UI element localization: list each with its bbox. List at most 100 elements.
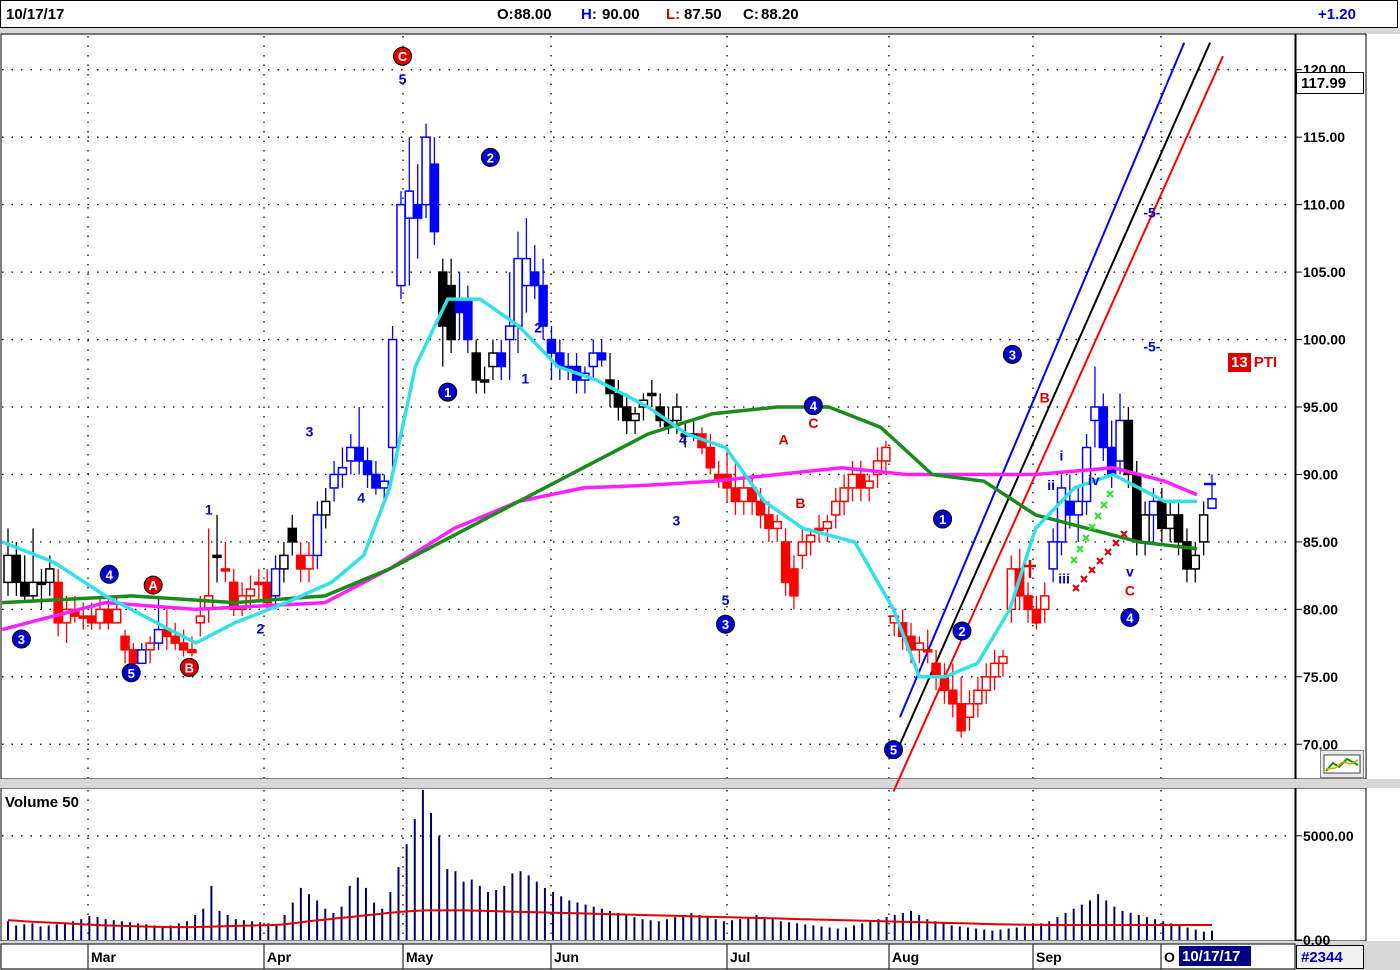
- wave-label: B: [795, 495, 805, 511]
- candle-body: [153, 628, 164, 644]
- candle-body: [404, 190, 415, 219]
- candle-body: [178, 642, 189, 651]
- candle-body: [78, 615, 88, 619]
- chart-settings-button[interactable]: [1320, 750, 1364, 778]
- candle-body: [647, 392, 657, 397]
- wave-label: 2: [487, 150, 494, 165]
- candle-body: [981, 676, 991, 692]
- candle-body: [939, 676, 950, 692]
- candle-body: [128, 649, 139, 665]
- month-label: Sep: [1036, 949, 1062, 965]
- candle-body: [1090, 406, 1100, 422]
- candle-body: [964, 703, 975, 719]
- candle-body: [1048, 541, 1058, 570]
- candle-body: [789, 568, 799, 597]
- candle-body: [304, 554, 314, 570]
- candle-body: [1165, 514, 1175, 530]
- candle-body: [948, 689, 958, 705]
- wave-label: 1: [444, 385, 451, 400]
- candle-body: [3, 554, 13, 584]
- wave-label: ii: [1047, 477, 1055, 493]
- wave-label: v: [1126, 564, 1134, 580]
- wave-label: A: [148, 578, 158, 593]
- wave-label: 2: [958, 624, 965, 639]
- chart-thumbnail-icon: [1323, 754, 1361, 774]
- candle-body: [931, 662, 941, 678]
- candle-body: [488, 352, 498, 368]
- candle-body: [45, 568, 55, 584]
- candle-body: [454, 298, 465, 314]
- candle-body: [137, 649, 147, 665]
- candle-body: [229, 581, 239, 611]
- price-tick-label: 75.00: [1303, 669, 1338, 685]
- month-label: O: [1164, 949, 1175, 965]
- candle-body: [86, 615, 97, 624]
- candle-body: [279, 554, 289, 570]
- price-tick-label: 85.00: [1303, 534, 1338, 550]
- candle-body: [1073, 500, 1083, 516]
- candle-body: [220, 568, 231, 572]
- wave-label: 3: [673, 512, 681, 528]
- candle-body: [1106, 446, 1117, 476]
- wave-label: 2: [257, 620, 265, 636]
- wave-label: iv: [1088, 472, 1100, 488]
- cursor-date-badge: 10/17/17: [1178, 945, 1252, 967]
- candle-body: [739, 487, 749, 503]
- candle-body: [463, 298, 473, 341]
- wave-label: 1: [939, 512, 946, 527]
- candle-body: [772, 520, 782, 530]
- candle-body: [103, 608, 114, 624]
- wave-label: 4: [679, 431, 687, 447]
- last-price-badge: 117.99: [1296, 72, 1364, 94]
- candle-body: [270, 568, 281, 597]
- candle-body: [245, 588, 256, 597]
- candle-body: [19, 581, 30, 597]
- candle-body: [120, 635, 130, 651]
- wave-label: 5: [399, 71, 407, 87]
- candle-body: [521, 257, 532, 287]
- candle-body: [387, 338, 398, 449]
- wave-label: 1: [205, 502, 213, 518]
- wave-label: 3: [306, 423, 314, 439]
- candle-body: [1157, 500, 1167, 530]
- price-volume-chart[interactable]: 120.00115.00110.00105.00100.0095.0090.00…: [0, 0, 1400, 970]
- wave-label: -5-: [1143, 205, 1160, 221]
- candle-body: [672, 406, 682, 422]
- candle-body: [187, 649, 197, 654]
- panel-separator: [0, 779, 1400, 788]
- wave-label: -5-: [1143, 338, 1160, 354]
- candle-body: [320, 500, 331, 516]
- candle-body: [1123, 419, 1134, 476]
- candle-body: [998, 655, 1008, 665]
- candle-body: [295, 554, 306, 570]
- month-label: Jun: [554, 949, 579, 965]
- candle-body: [705, 446, 716, 469]
- price-tick-label: 115.00: [1303, 129, 1345, 145]
- candle-body: [446, 284, 456, 341]
- candle-body: [755, 500, 766, 516]
- candle-body: [839, 487, 849, 503]
- candle-body: [613, 392, 624, 408]
- month-label: Mar: [91, 949, 116, 965]
- candle-body: [36, 581, 47, 586]
- pti-label: PTI: [1253, 354, 1278, 371]
- candle-body: [346, 446, 356, 462]
- candle-body: [354, 446, 364, 462]
- wave-label: C: [1125, 582, 1135, 598]
- candle-body: [337, 466, 348, 476]
- candle-body: [847, 473, 858, 489]
- x-axis-frame: [0, 943, 1296, 970]
- candle-body: [856, 473, 866, 489]
- candle-body: [764, 514, 774, 530]
- candle-body: [170, 635, 180, 644]
- candle-body: [1065, 500, 1075, 516]
- chart-id-badge[interactable]: #2344: [1296, 945, 1364, 969]
- month-label: Aug: [892, 949, 919, 965]
- candle-body: [379, 480, 389, 489]
- candle-body: [1190, 554, 1201, 570]
- candle-body: [28, 581, 38, 597]
- wave-label: 4: [810, 399, 818, 414]
- pti-indicator: 13 PTI: [1228, 353, 1278, 372]
- candle-body: [546, 338, 557, 354]
- wave-label: 4: [106, 567, 114, 582]
